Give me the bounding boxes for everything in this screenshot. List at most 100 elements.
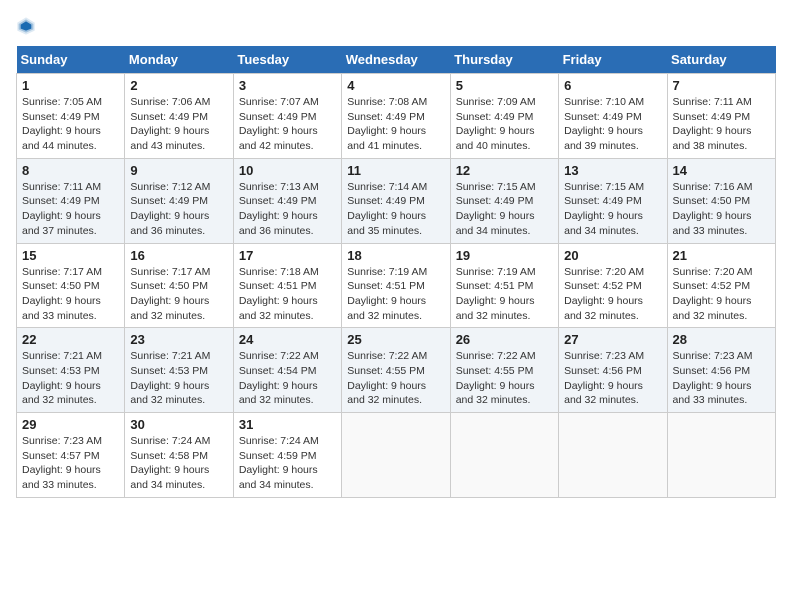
day-number: 13 — [564, 163, 661, 178]
week-row-5: 29 Sunrise: 7:23 AM Sunset: 4:57 PM Dayli… — [17, 413, 776, 498]
day-info: Sunrise: 7:13 AM Sunset: 4:49 PM Dayligh… — [239, 180, 336, 239]
day-number: 9 — [130, 163, 227, 178]
day-cell: 14Sunrise: 7:16 AM Sunset: 4:50 PM Dayli… — [667, 158, 775, 243]
day-info: Sunrise: 7:19 AM Sunset: 4:51 PM Dayligh… — [347, 265, 444, 324]
day-info: Sunrise: 7:22 AM Sunset: 4:55 PM Dayligh… — [456, 349, 553, 408]
day-number: 30 — [130, 417, 227, 432]
day-cell: 21 Sunrise: 7:20 AM Sunset: 4:52 PM Dayli… — [667, 243, 775, 328]
day-info: Sunrise: 7:18 AM Sunset: 4:51 PM Dayligh… — [239, 265, 336, 324]
calendar-table: SundayMondayTuesdayWednesdayThursdayFrid… — [16, 46, 776, 498]
day-info: Sunrise: 7:11 AM Sunset: 4:49 PM Dayligh… — [22, 180, 119, 239]
day-cell — [450, 413, 558, 498]
day-number: 25 — [347, 332, 444, 347]
day-number: 1 — [22, 78, 119, 93]
day-number: 12 — [456, 163, 553, 178]
day-cell: 12 Sunrise: 7:15 AM Sunset: 4:49 PM Dayli… — [450, 158, 558, 243]
day-cell: 28 Sunrise: 7:23 AM Sunset: 4:56 PM Dayli… — [667, 328, 775, 413]
day-cell: 27 Sunrise: 7:23 AM Sunset: 4:56 PM Dayli… — [559, 328, 667, 413]
day-cell: 2 Sunrise: 7:06 AM Sunset: 4:49 PM Daylig… — [125, 74, 233, 159]
weekday-header-monday: Monday — [125, 46, 233, 74]
day-info: Sunrise: 7:11 AM Sunset: 4:49 PM Dayligh… — [673, 95, 770, 154]
day-info: Sunrise: 7:20 AM Sunset: 4:52 PM Dayligh… — [564, 265, 661, 324]
day-cell: 17 Sunrise: 7:18 AM Sunset: 4:51 PM Dayli… — [233, 243, 341, 328]
day-info: Sunrise: 7:14 AM Sunset: 4:49 PM Dayligh… — [347, 180, 444, 239]
day-number: 29 — [22, 417, 119, 432]
weekday-header-friday: Friday — [559, 46, 667, 74]
week-row-3: 15Sunrise: 7:17 AM Sunset: 4:50 PM Dayli… — [17, 243, 776, 328]
day-number: 3 — [239, 78, 336, 93]
day-cell: 4 Sunrise: 7:08 AM Sunset: 4:49 PM Daylig… — [342, 74, 450, 159]
day-number: 19 — [456, 248, 553, 263]
day-info: Sunrise: 7:06 AM Sunset: 4:49 PM Dayligh… — [130, 95, 227, 154]
day-info: Sunrise: 7:22 AM Sunset: 4:55 PM Dayligh… — [347, 349, 444, 408]
day-number: 21 — [673, 248, 770, 263]
week-row-2: 8 Sunrise: 7:11 AM Sunset: 4:49 PM Daylig… — [17, 158, 776, 243]
week-row-1: 1 Sunrise: 7:05 AM Sunset: 4:49 PM Daylig… — [17, 74, 776, 159]
day-cell: 3 Sunrise: 7:07 AM Sunset: 4:49 PM Daylig… — [233, 74, 341, 159]
day-number: 26 — [456, 332, 553, 347]
day-cell: 9 Sunrise: 7:12 AM Sunset: 4:49 PM Daylig… — [125, 158, 233, 243]
day-cell: 15Sunrise: 7:17 AM Sunset: 4:50 PM Dayli… — [17, 243, 125, 328]
day-number: 8 — [22, 163, 119, 178]
day-number: 4 — [347, 78, 444, 93]
day-cell: 26 Sunrise: 7:22 AM Sunset: 4:55 PM Dayli… — [450, 328, 558, 413]
day-info: Sunrise: 7:07 AM Sunset: 4:49 PM Dayligh… — [239, 95, 336, 154]
day-cell: 30Sunrise: 7:24 AM Sunset: 4:58 PM Dayli… — [125, 413, 233, 498]
day-number: 22 — [22, 332, 119, 347]
day-cell: 5 Sunrise: 7:09 AM Sunset: 4:49 PM Daylig… — [450, 74, 558, 159]
header — [16, 16, 776, 36]
day-cell — [667, 413, 775, 498]
day-info: Sunrise: 7:22 AM Sunset: 4:54 PM Dayligh… — [239, 349, 336, 408]
day-number: 16 — [130, 248, 227, 263]
day-info: Sunrise: 7:23 AM Sunset: 4:56 PM Dayligh… — [673, 349, 770, 408]
page: SundayMondayTuesdayWednesdayThursdayFrid… — [0, 0, 792, 612]
day-cell: 11 Sunrise: 7:14 AM Sunset: 4:49 PM Dayli… — [342, 158, 450, 243]
weekday-header-tuesday: Tuesday — [233, 46, 341, 74]
day-info: Sunrise: 7:19 AM Sunset: 4:51 PM Dayligh… — [456, 265, 553, 324]
day-cell: 25 Sunrise: 7:22 AM Sunset: 4:55 PM Dayli… — [342, 328, 450, 413]
day-number: 6 — [564, 78, 661, 93]
day-number: 24 — [239, 332, 336, 347]
day-number: 17 — [239, 248, 336, 263]
day-info: Sunrise: 7:20 AM Sunset: 4:52 PM Dayligh… — [673, 265, 770, 324]
day-cell: 6 Sunrise: 7:10 AM Sunset: 4:49 PM Daylig… — [559, 74, 667, 159]
day-number: 2 — [130, 78, 227, 93]
day-number: 5 — [456, 78, 553, 93]
day-number: 20 — [564, 248, 661, 263]
day-cell: 18Sunrise: 7:19 AM Sunset: 4:51 PM Dayli… — [342, 243, 450, 328]
day-info: Sunrise: 7:05 AM Sunset: 4:49 PM Dayligh… — [22, 95, 119, 154]
logo-icon — [16, 16, 36, 36]
day-number: 14 — [673, 163, 770, 178]
day-number: 31 — [239, 417, 336, 432]
day-info: Sunrise: 7:24 AM Sunset: 4:59 PM Dayligh… — [239, 434, 336, 493]
day-info: Sunrise: 7:23 AM Sunset: 4:57 PM Dayligh… — [22, 434, 119, 493]
day-info: Sunrise: 7:17 AM Sunset: 4:50 PM Dayligh… — [130, 265, 227, 324]
day-number: 11 — [347, 163, 444, 178]
day-info: Sunrise: 7:21 AM Sunset: 4:53 PM Dayligh… — [130, 349, 227, 408]
day-info: Sunrise: 7:10 AM Sunset: 4:49 PM Dayligh… — [564, 95, 661, 154]
day-cell: 13Sunrise: 7:15 AM Sunset: 4:49 PM Dayli… — [559, 158, 667, 243]
weekday-header-wednesday: Wednesday — [342, 46, 450, 74]
weekday-header-sunday: Sunday — [17, 46, 125, 74]
day-info: Sunrise: 7:21 AM Sunset: 4:53 PM Dayligh… — [22, 349, 119, 408]
day-info: Sunrise: 7:08 AM Sunset: 4:49 PM Dayligh… — [347, 95, 444, 154]
day-info: Sunrise: 7:09 AM Sunset: 4:49 PM Dayligh… — [456, 95, 553, 154]
day-number: 28 — [673, 332, 770, 347]
day-info: Sunrise: 7:15 AM Sunset: 4:49 PM Dayligh… — [456, 180, 553, 239]
day-cell — [559, 413, 667, 498]
day-cell — [342, 413, 450, 498]
day-number: 10 — [239, 163, 336, 178]
day-cell: 24 Sunrise: 7:22 AM Sunset: 4:54 PM Dayli… — [233, 328, 341, 413]
day-cell: 1 Sunrise: 7:05 AM Sunset: 4:49 PM Daylig… — [17, 74, 125, 159]
weekday-header-saturday: Saturday — [667, 46, 775, 74]
day-cell: 31 Sunrise: 7:24 AM Sunset: 4:59 PM Dayli… — [233, 413, 341, 498]
day-info: Sunrise: 7:17 AM Sunset: 4:50 PM Dayligh… — [22, 265, 119, 324]
day-number: 23 — [130, 332, 227, 347]
day-info: Sunrise: 7:23 AM Sunset: 4:56 PM Dayligh… — [564, 349, 661, 408]
day-cell: 7Sunrise: 7:11 AM Sunset: 4:49 PM Daylig… — [667, 74, 775, 159]
day-cell: 20 Sunrise: 7:20 AM Sunset: 4:52 PM Dayli… — [559, 243, 667, 328]
day-info: Sunrise: 7:12 AM Sunset: 4:49 PM Dayligh… — [130, 180, 227, 239]
day-cell: 16 Sunrise: 7:17 AM Sunset: 4:50 PM Dayli… — [125, 243, 233, 328]
day-number: 27 — [564, 332, 661, 347]
day-cell: 10 Sunrise: 7:13 AM Sunset: 4:49 PM Dayli… — [233, 158, 341, 243]
